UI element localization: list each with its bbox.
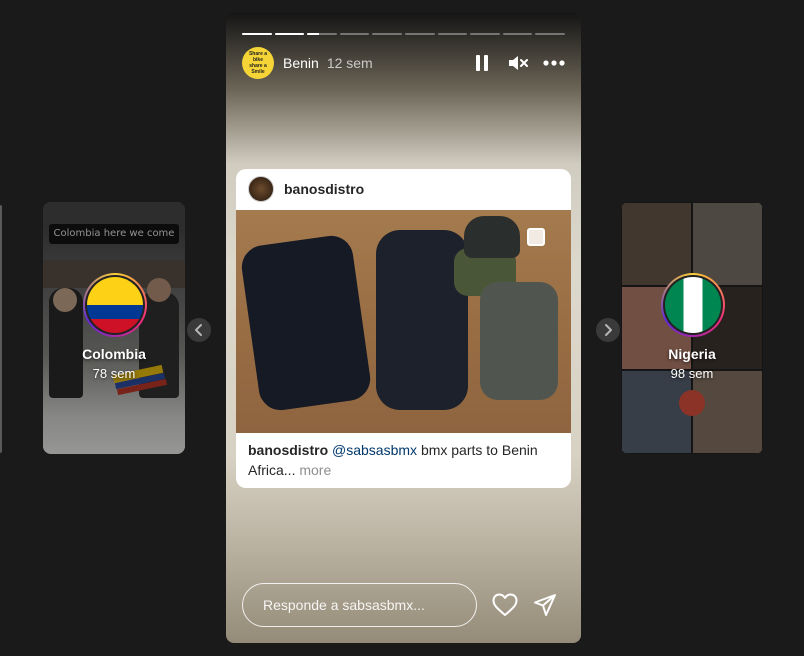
chevron-left-icon xyxy=(195,324,202,336)
progress-segment xyxy=(372,33,402,35)
post-header: banosdistro xyxy=(236,169,571,209)
pause-button[interactable] xyxy=(471,52,493,74)
post-avatar[interactable] xyxy=(248,176,274,202)
progress-segment xyxy=(274,33,305,35)
previous-story-button[interactable] xyxy=(187,318,211,342)
story-ring xyxy=(83,273,147,337)
avatar-text: Share a bike share a Smile xyxy=(248,51,268,75)
chevron-right-icon xyxy=(605,324,612,336)
more-options-icon xyxy=(543,60,565,66)
story-username[interactable]: Benin xyxy=(283,55,319,71)
heart-icon xyxy=(492,593,518,616)
progress-fill xyxy=(274,33,305,35)
pause-icon xyxy=(476,55,488,71)
post-photo[interactable] xyxy=(236,210,571,433)
progress-fill xyxy=(307,33,320,35)
post-username[interactable]: banosdistro xyxy=(284,181,364,197)
caption-username[interactable]: banosdistro xyxy=(248,442,328,458)
preview-name: Nigeria xyxy=(668,346,716,362)
carousel-icon xyxy=(527,228,545,246)
story-controls xyxy=(471,52,565,74)
progress-segment xyxy=(470,33,500,35)
caption-mention[interactable]: @sabsasbmx xyxy=(332,442,417,458)
story-preview-colombia[interactable]: Colombia here we come Colombia 78 sem xyxy=(43,202,185,454)
nigeria-flag-icon xyxy=(665,277,721,333)
progress-segment xyxy=(339,33,370,35)
progress-segment xyxy=(242,33,272,35)
post-caption: banosdistro @sabsasbmx bmx parts to Beni… xyxy=(248,440,559,480)
story-header: Share a bike share a Smile Benin 12 sem xyxy=(242,47,565,79)
story-preview-nigeria[interactable]: Nigeria 98 sem xyxy=(621,202,763,454)
previous-story-edge[interactable] xyxy=(0,205,2,453)
progress-segment xyxy=(535,33,565,35)
preview-time: 78 sem xyxy=(92,366,136,381)
bag-shape xyxy=(238,233,374,413)
cap-shape xyxy=(464,216,520,258)
shared-post-card[interactable]: banosdistro banosdistro @sabsasbmx bmx p… xyxy=(236,169,571,488)
active-story[interactable]: Share a bike share a Smile Benin 12 sem … xyxy=(226,13,581,643)
progress-segment xyxy=(307,33,337,35)
reply-box[interactable] xyxy=(242,583,477,627)
preview-time: 98 sem xyxy=(670,366,714,381)
bag-shape xyxy=(480,282,558,400)
caption-more-link[interactable]: more xyxy=(299,462,331,478)
story-ring xyxy=(661,273,725,337)
mute-icon xyxy=(509,56,528,70)
like-button[interactable] xyxy=(491,591,519,619)
story-progress-bar xyxy=(242,33,565,35)
story-timestamp: 12 sem xyxy=(326,55,373,71)
preview-name: Colombia xyxy=(82,346,146,362)
send-icon xyxy=(534,594,556,616)
reply-input[interactable] xyxy=(263,597,476,613)
share-button[interactable] xyxy=(531,591,559,619)
caption-ellipsis: ... xyxy=(283,462,296,478)
progress-segment xyxy=(437,33,468,35)
next-story-button[interactable] xyxy=(596,318,620,342)
mute-button[interactable] xyxy=(507,52,529,74)
stories-viewer: Colombia here we come Colombia 78 sem Ni… xyxy=(0,0,804,656)
colombia-flag-icon xyxy=(87,277,143,333)
progress-segment xyxy=(404,33,435,35)
progress-fill xyxy=(242,33,272,35)
progress-segment xyxy=(502,33,533,35)
story-avatar[interactable]: Share a bike share a Smile xyxy=(242,47,274,79)
more-options-button[interactable] xyxy=(543,52,565,74)
